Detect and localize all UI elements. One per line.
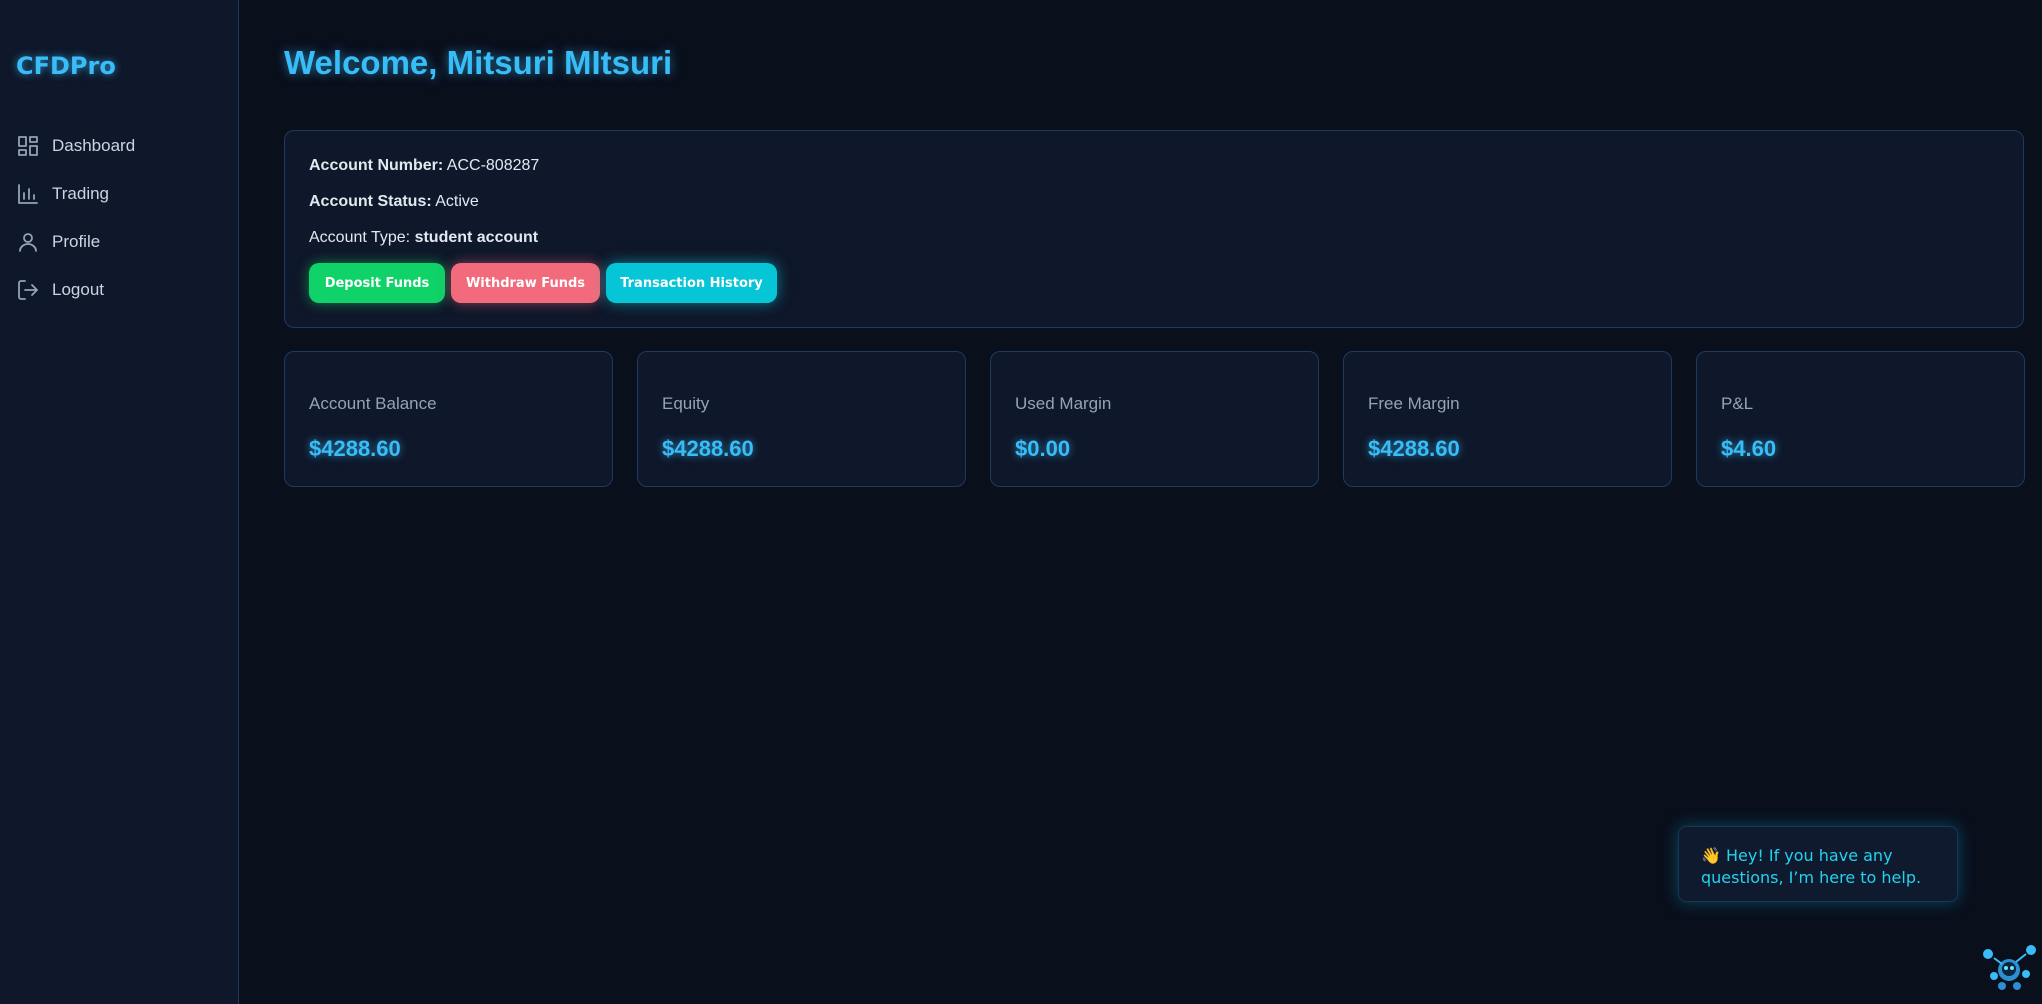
stat-label: P&L — [1721, 394, 1754, 413]
sidebar-item-label: Profile — [52, 232, 101, 251]
stat-card-free-margin: Free Margin $4288.60 — [1343, 351, 1672, 487]
account-type-label: Account Type: — [309, 229, 411, 246]
chatbot-launcher[interactable] — [1980, 942, 2038, 992]
stat-value: $4.60 — [1721, 436, 1777, 461]
stat-card-used-margin: Used Margin $0.00 — [990, 351, 1319, 487]
robot-icon — [1983, 945, 2036, 990]
stat-value: $4288.60 — [309, 436, 401, 461]
logout-icon — [16, 278, 40, 302]
stat-value: $0.00 — [1015, 436, 1071, 461]
sidebar-item-label: Trading — [52, 184, 110, 203]
stat-value: $4288.60 — [1368, 436, 1460, 461]
account-number-value: ACC-808287 — [446, 157, 540, 174]
stat-label: Used Margin — [1015, 394, 1112, 413]
account-type-row: Account Type: student account — [309, 229, 538, 247]
chat-greeting-bubble[interactable]: 👋 Hey! If you have any questions, I’m he… — [1678, 826, 1958, 902]
transaction-history-button[interactable]: Transaction History — [606, 263, 777, 303]
stats-row: Account Balance $4288.60 Equity $4288.60… — [284, 351, 2025, 487]
brand-logo[interactable]: CFDPro — [16, 52, 116, 80]
account-info-card: Account Number: ACC-808287 Account Statu… — [284, 130, 2024, 328]
account-status-row: Account Status: Active — [309, 193, 479, 211]
deposit-funds-button[interactable]: Deposit Funds — [309, 263, 445, 303]
account-status-label: Account Status: — [309, 193, 432, 210]
sidebar-item-profile[interactable]: Profile — [16, 218, 135, 266]
stat-value: $4288.60 — [662, 436, 754, 461]
bar-chart-icon — [16, 182, 40, 206]
account-number-label: Account Number: — [309, 157, 444, 174]
sidebar-item-trading[interactable]: Trading — [16, 170, 135, 218]
account-actions: Deposit Funds Withdraw Funds Transaction… — [309, 263, 777, 303]
stat-label: Account Balance — [309, 394, 437, 413]
account-status-value: Active — [435, 193, 479, 210]
sidebar-item-dashboard[interactable]: Dashboard — [16, 122, 135, 170]
stat-label: Free Margin — [1368, 394, 1460, 413]
user-icon — [16, 230, 40, 254]
stat-card-pnl: P&L $4.60 — [1696, 351, 2025, 487]
sidebar-item-label: Dashboard — [52, 136, 136, 155]
dashboard-icon — [16, 134, 40, 158]
sidebar-nav: Dashboard Trading Profile Logout — [16, 122, 135, 314]
sidebar-item-label: Logout — [52, 280, 104, 299]
stat-label: Equity — [662, 394, 710, 413]
sidebar: CFDPro Dashboard Trading Profile Logout — [0, 0, 239, 1004]
withdraw-funds-button[interactable]: Withdraw Funds — [451, 263, 600, 303]
stat-card-equity: Equity $4288.60 — [637, 351, 966, 487]
stat-card-account-balance: Account Balance $4288.60 — [284, 351, 613, 487]
sidebar-item-logout[interactable]: Logout — [16, 266, 135, 314]
account-type-value: student account — [414, 229, 539, 246]
account-number-row: Account Number: ACC-808287 — [309, 157, 539, 175]
page-title: Welcome, Mitsuri MItsuri — [284, 44, 673, 81]
